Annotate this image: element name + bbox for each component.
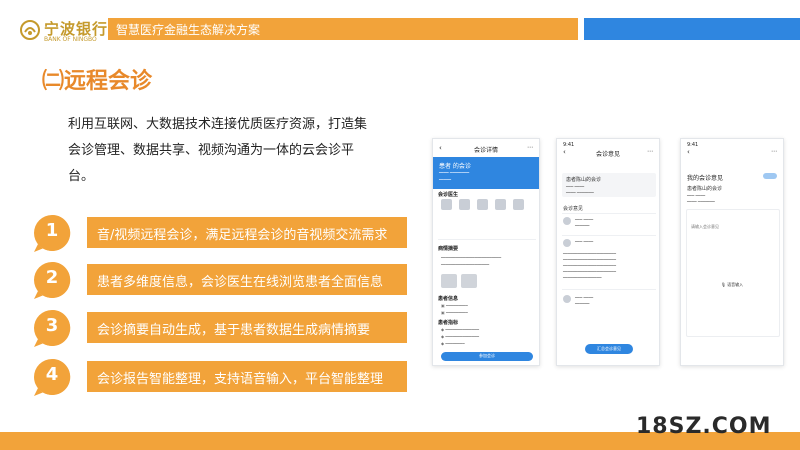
patient-card: 患者陈山的会诊 ━━━ ━━━━ ━━━━ ━━━━━━━ bbox=[562, 173, 656, 197]
opinion-text-line: ━━━━━━━━━━━━━━━━━━━━━━ bbox=[563, 269, 616, 274]
patient-card-title: 患者陈山的会诊 bbox=[687, 186, 723, 192]
doctor-avatar bbox=[477, 199, 488, 210]
more-icon[interactable]: ⋯ bbox=[771, 148, 777, 155]
feature-bar: 患者多维度信息，会诊医生在线浏览患者全面信息 bbox=[87, 264, 407, 295]
phone-mockup-my-opinion: 9:41 ‹ ⋯ 我的会诊意见 患者陈山的会诊 ━━━ ━━━━ ━━━━ ━━… bbox=[680, 138, 784, 366]
feature-bar: 会诊摘要自动生成，基于患者数据生成病情摘要 bbox=[87, 312, 407, 343]
feature-item-3: 3 会诊摘要自动生成，基于患者数据生成病情摘要 bbox=[32, 308, 412, 348]
patient-card-title: 患者陈山的会诊 bbox=[566, 177, 602, 183]
opinion-text-line: ━━━━━━━━━━━━━━━━ bbox=[563, 275, 602, 280]
summarize-opinions-button[interactable]: 汇总会诊意见 bbox=[585, 344, 633, 354]
voice-input-label: 语音输入 bbox=[727, 282, 744, 287]
feature-bar: 音/视频远程会诊，满足远程会诊的音视频交流需求 bbox=[87, 217, 407, 248]
summary-image-thumbnail[interactable] bbox=[441, 274, 457, 288]
feature-text: 患者多维度信息，会诊医生在线浏览患者全面信息 bbox=[97, 275, 384, 290]
metric-row: ◆ ━━━━━━━━━━━━━━ bbox=[441, 327, 480, 332]
summary-image-thumbnail[interactable] bbox=[461, 274, 477, 288]
opinion-text-line: ━━━━━━━━━━━━━━━━━━━━━━ bbox=[563, 257, 616, 262]
phone-mockup-consult-opinions: 9:41 ‹ 会诊意见 ⋯ 患者陈山的会诊 ━━━ ━━━━ ━━━━ ━━━━… bbox=[556, 138, 660, 366]
phone-nav: ‹ 会诊意见 ⋯ bbox=[557, 147, 659, 161]
consult-title: 患者 的会诊 bbox=[439, 163, 471, 170]
divider bbox=[562, 235, 656, 236]
feature-text: 会诊摘要自动生成，基于患者数据生成病情摘要 bbox=[97, 323, 371, 338]
brand-logo: 宁波银行 BANK OF NINGBO bbox=[20, 18, 120, 46]
section-info-label: 患者信息 bbox=[438, 296, 459, 302]
doctor-avatar bbox=[513, 199, 524, 210]
opinion-placeholder: 请输入会诊意见 bbox=[691, 224, 719, 229]
info-row: ▣ ━━━━━━━━━ bbox=[441, 310, 468, 315]
feature-number: 2 bbox=[45, 267, 59, 288]
bank-logo-icon bbox=[20, 20, 40, 40]
consult-header-card: 患者 的会诊 ━━━━ ━━━━━━━━ ━━━━━ bbox=[433, 157, 539, 189]
header-title-bar: 智慧医疗金融生态解决方案 bbox=[108, 18, 578, 40]
summary-text-line: ━━━━━━━━━━━━━━━━━━━━━━━━━ bbox=[441, 255, 502, 260]
doctor-name-line: ━━━ ━━━━ bbox=[575, 295, 594, 300]
doctor-avatar bbox=[441, 199, 452, 210]
feature-item-1: 1 音/视频远程会诊，满足远程会诊的音视频交流需求 bbox=[32, 213, 412, 253]
patient-card-meta: ━━━━ ━━━━━━━ bbox=[566, 190, 594, 195]
feature-text: 音/视频远程会诊，满足远程会诊的音视频交流需求 bbox=[97, 228, 388, 243]
feature-bar: 会诊报告智能整理，支持语音输入，平台智能整理 bbox=[87, 361, 407, 392]
phone-nav: ‹ 会诊详情 ⋯ bbox=[433, 143, 539, 157]
save-pill-button[interactable] bbox=[763, 173, 777, 179]
patient-card-meta: ━━━━ ━━━━━━━ bbox=[687, 199, 715, 204]
more-icon[interactable]: ⋯ bbox=[527, 144, 533, 151]
doctor-avatar bbox=[563, 239, 571, 247]
section-summary-label: 病情摘要 bbox=[438, 246, 459, 252]
opinion-text-line: ━━━━━━━━━━━━━━━━━━━━━━ bbox=[563, 251, 616, 256]
info-row: ▣ ━━━━━━━━━ bbox=[441, 303, 468, 308]
back-icon[interactable]: ‹ bbox=[687, 148, 690, 156]
doctor-avatar bbox=[459, 199, 470, 210]
metric-row: ◆ ━━━━━━━━ bbox=[441, 341, 465, 346]
doctor-avatar bbox=[563, 217, 571, 225]
summarize-opinions-button-label: 汇总会诊意见 bbox=[597, 346, 621, 351]
phone-nav: ‹ ⋯ bbox=[681, 147, 783, 161]
voice-input-button[interactable]: 🎙 语音输入 bbox=[681, 282, 783, 288]
phone-nav-title: 会诊详情 bbox=[473, 147, 498, 154]
consult-meta-line: ━━━━━ bbox=[439, 177, 452, 182]
section-metrics-label: 患者指标 bbox=[438, 320, 459, 326]
doctor-name-line: ━━━━━━ bbox=[575, 301, 590, 306]
summary-text-line: ━━━━━━━━━━━━━━━━━━━━ bbox=[441, 262, 490, 267]
divider bbox=[562, 213, 656, 214]
divider bbox=[438, 239, 536, 240]
watermark: 18SZ.COM bbox=[636, 414, 772, 439]
feature-item-2: 2 患者多维度信息，会诊医生在线浏览患者全面信息 bbox=[32, 260, 412, 300]
doctor-name-line: ━━━━━━ bbox=[575, 223, 590, 228]
metric-row: ◆ ━━━━━━━━━━━━━━ bbox=[441, 334, 480, 339]
doctor-name-line: ━━━ ━━━━ bbox=[575, 239, 594, 244]
opinion-section-label: 会诊意见 bbox=[563, 206, 584, 212]
section-doctors-label: 会诊医生 bbox=[438, 192, 459, 198]
header: 宁波银行 BANK OF NINGBO 智慧医疗金融生态解决方案 bbox=[0, 0, 800, 55]
opinion-textarea[interactable]: 请输入会诊意见 bbox=[686, 209, 780, 337]
feature-item-4: 4 会诊报告智能整理，支持语音输入，平台智能整理 bbox=[32, 357, 412, 397]
doctor-name-line: ━━━ ━━━━ bbox=[575, 217, 594, 222]
doctor-avatar bbox=[563, 295, 571, 303]
phone-nav-title: 会诊意见 bbox=[595, 151, 620, 158]
patient-card-meta: ━━━ ━━━━ bbox=[566, 184, 585, 189]
logo-name-en: BANK OF NINGBO bbox=[44, 36, 97, 43]
header-title: 智慧医疗金融生态解决方案 bbox=[116, 23, 261, 37]
join-consult-button[interactable]: 参加会诊 bbox=[441, 352, 533, 361]
section-title: ㈡远程会诊 bbox=[42, 69, 153, 94]
feature-number: 3 bbox=[45, 315, 59, 336]
opinion-text-line: ━━━━━━━━━━━━━━━━━━━━━━ bbox=[563, 263, 616, 268]
doctor-avatar bbox=[495, 199, 506, 210]
feature-number: 1 bbox=[45, 220, 59, 241]
feature-text: 会诊报告智能整理，支持语音输入，平台智能整理 bbox=[97, 372, 384, 387]
header-accent-bar bbox=[584, 18, 800, 40]
consult-meta-line: ━━━━ ━━━━━━━━ bbox=[439, 170, 470, 175]
patient-card-meta: ━━━ ━━━━ bbox=[687, 193, 706, 198]
more-icon[interactable]: ⋯ bbox=[647, 148, 653, 155]
my-opinion-title: 我的会诊意见 bbox=[687, 175, 724, 182]
feature-number: 4 bbox=[45, 364, 59, 385]
divider bbox=[562, 289, 656, 290]
phone-mockup-consult-detail: ‹ 会诊详情 ⋯ 患者 的会诊 ━━━━ ━━━━━━━━ ━━━━━ 会诊医生… bbox=[432, 138, 540, 366]
join-consult-button-label: 参加会诊 bbox=[479, 353, 495, 358]
section-intro: 利用互联网、大数据技术连接优质医疗资源，打造集会诊管理、数据共享、视频沟通为一体… bbox=[68, 117, 368, 184]
